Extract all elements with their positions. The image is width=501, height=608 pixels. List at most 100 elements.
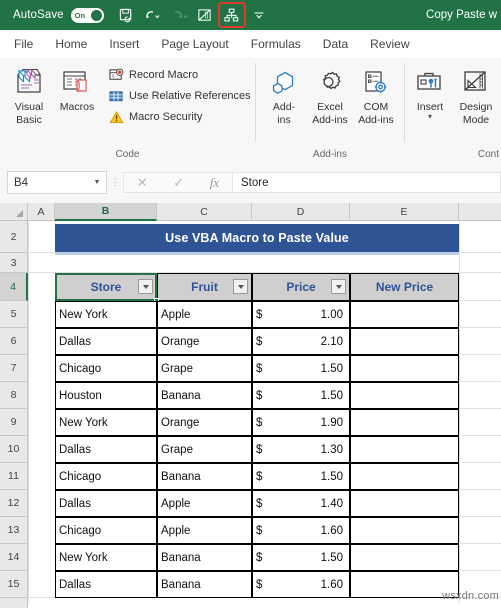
autosave-toggle[interactable]: On bbox=[70, 7, 104, 23]
tab-formulas[interactable]: Formulas bbox=[240, 30, 312, 58]
filter-button-price[interactable] bbox=[331, 279, 346, 294]
row-header-9[interactable]: 9 bbox=[0, 409, 28, 436]
cell-price-9[interactable]: $1.60 bbox=[252, 517, 350, 544]
cell-price-10[interactable]: $1.50 bbox=[252, 544, 350, 571]
tab-page-layout[interactable]: Page Layout bbox=[150, 30, 239, 58]
cell-new-price-8[interactable] bbox=[350, 490, 459, 517]
touch-mode-icon[interactable] bbox=[192, 3, 217, 27]
formula-bar-grip[interactable]: ⋮ bbox=[107, 178, 123, 187]
cell-price-7[interactable]: $1.50 bbox=[252, 463, 350, 490]
cell-price-3[interactable]: $1.50 bbox=[252, 355, 350, 382]
cell-price-1[interactable]: $1.00 bbox=[252, 301, 350, 328]
cell-store-9[interactable]: Chicago bbox=[55, 517, 157, 544]
tab-insert[interactable]: Insert bbox=[98, 30, 150, 58]
insert-control-button[interactable]: Insert ▾ bbox=[407, 63, 453, 120]
cell-store-1[interactable]: New York bbox=[55, 301, 157, 328]
row-header-10[interactable]: 10 bbox=[0, 436, 28, 463]
filter-button-fruit[interactable] bbox=[233, 279, 248, 294]
row-header-12[interactable]: 12 bbox=[0, 490, 28, 517]
select-all-corner[interactable] bbox=[0, 203, 28, 221]
cell-fruit-11[interactable]: Banana bbox=[157, 571, 252, 598]
cell-fruit-9[interactable]: Apple bbox=[157, 517, 252, 544]
row-header-16[interactable] bbox=[0, 598, 28, 608]
formula-input[interactable]: Store bbox=[233, 172, 501, 193]
cell-store-3[interactable]: Chicago bbox=[55, 355, 157, 382]
column-header-d[interactable]: D bbox=[252, 203, 350, 221]
cell-store-4[interactable]: Houston bbox=[55, 382, 157, 409]
row-header-13[interactable]: 13 bbox=[0, 517, 28, 544]
cell-new-price-10[interactable] bbox=[350, 544, 459, 571]
cell-store-6[interactable]: Dallas bbox=[55, 436, 157, 463]
row-header-11[interactable]: 11 bbox=[0, 463, 28, 490]
row-header-14[interactable]: 14 bbox=[0, 544, 28, 571]
cell-new-price-9[interactable] bbox=[350, 517, 459, 544]
cell-new-price-7[interactable] bbox=[350, 463, 459, 490]
use-relative-references-button[interactable]: Use Relative References bbox=[108, 86, 255, 106]
row-header-2[interactable]: 2 bbox=[0, 221, 28, 253]
cell-store-2[interactable]: Dallas bbox=[55, 328, 157, 355]
cell-price-2[interactable]: $2.10 bbox=[252, 328, 350, 355]
chevron-down-icon[interactable]: ▾ bbox=[428, 112, 432, 120]
cell-new-price-5[interactable] bbox=[350, 409, 459, 436]
cell-fruit-4[interactable]: Banana bbox=[157, 382, 252, 409]
cell-fruit-7[interactable]: Banana bbox=[157, 463, 252, 490]
column-header-a[interactable]: A bbox=[28, 203, 55, 221]
cell-new-price-2[interactable] bbox=[350, 328, 459, 355]
cell-store-11[interactable]: Dallas bbox=[55, 571, 157, 598]
column-header-f[interactable] bbox=[459, 203, 501, 221]
row-header-8[interactable]: 8 bbox=[0, 382, 28, 409]
cell-price-4[interactable]: $1.50 bbox=[252, 382, 350, 409]
column-header-b[interactable]: B bbox=[55, 203, 157, 221]
macro-security-button[interactable]: Macro Security bbox=[108, 107, 255, 127]
cell-fruit-5[interactable]: Orange bbox=[157, 409, 252, 436]
cell-price-8[interactable]: $1.40 bbox=[252, 490, 350, 517]
cell-price-11[interactable]: $1.60 bbox=[252, 571, 350, 598]
redo-icon[interactable] bbox=[166, 3, 191, 27]
save-icon[interactable] bbox=[114, 3, 139, 27]
cell-store-8[interactable]: Dallas bbox=[55, 490, 157, 517]
cell-store-10[interactable]: New York bbox=[55, 544, 157, 571]
cell-fruit-3[interactable]: Grape bbox=[157, 355, 252, 382]
cell-store-5[interactable]: New York bbox=[55, 409, 157, 436]
undo-icon[interactable] bbox=[140, 3, 165, 27]
cell-fruit-6[interactable]: Grape bbox=[157, 436, 252, 463]
column-header-e[interactable]: E bbox=[350, 203, 459, 221]
customize-qat-icon[interactable] bbox=[247, 3, 272, 27]
excel-add-ins-button[interactable]: Excel Add-ins bbox=[307, 63, 353, 126]
filter-button-store[interactable] bbox=[138, 279, 153, 294]
cell-fruit-1[interactable]: Apple bbox=[157, 301, 252, 328]
cell-price-6[interactable]: $1.30 bbox=[252, 436, 350, 463]
cell-new-price-3[interactable] bbox=[350, 355, 459, 382]
design-mode-button[interactable]: Design Mode bbox=[453, 63, 499, 126]
column-header-c[interactable]: C bbox=[157, 203, 252, 221]
record-macro-button[interactable]: Record Macro bbox=[108, 65, 255, 85]
banner-title-cell[interactable]: Use VBA Macro to Paste Value bbox=[55, 224, 459, 252]
cell-price-5[interactable]: $1.90 bbox=[252, 409, 350, 436]
confirm-icon[interactable]: ✓ bbox=[173, 175, 184, 191]
row-header-15[interactable]: 15 bbox=[0, 571, 28, 598]
row-header-5[interactable]: 5 bbox=[0, 301, 28, 328]
cell-new-price-4[interactable] bbox=[350, 382, 459, 409]
row-header-4[interactable]: 4 bbox=[0, 273, 28, 301]
row-header-3[interactable]: 3 bbox=[0, 253, 28, 273]
name-box-dropdown-icon[interactable]: ▼ bbox=[88, 179, 106, 186]
row-header-7[interactable]: 7 bbox=[0, 355, 28, 382]
cell-store-7[interactable]: Chicago bbox=[55, 463, 157, 490]
add-ins-button[interactable]: Add- ins bbox=[261, 63, 307, 126]
name-box[interactable]: B4 ▼ bbox=[7, 171, 107, 194]
row-header-6[interactable]: 6 bbox=[0, 328, 28, 355]
tab-review[interactable]: Review bbox=[359, 30, 420, 58]
insert-function-icon[interactable]: fx bbox=[210, 175, 219, 191]
cell-fruit-2[interactable]: Orange bbox=[157, 328, 252, 355]
cell-new-price-6[interactable] bbox=[350, 436, 459, 463]
hierarchy-icon[interactable] bbox=[217, 2, 246, 28]
com-add-ins-button[interactable]: COM Add-ins bbox=[353, 63, 399, 126]
cell-fruit-8[interactable]: Apple bbox=[157, 490, 252, 517]
cell-fruit-10[interactable]: Banana bbox=[157, 544, 252, 571]
macros-button[interactable]: Macros bbox=[54, 63, 100, 114]
table-header-new-price[interactable]: New Price bbox=[350, 273, 459, 301]
visual-basic-button[interactable]: Visual Basic bbox=[6, 63, 52, 126]
cell-new-price-1[interactable] bbox=[350, 301, 459, 328]
cancel-icon[interactable]: ✕ bbox=[137, 175, 148, 191]
tab-home[interactable]: Home bbox=[44, 30, 98, 58]
